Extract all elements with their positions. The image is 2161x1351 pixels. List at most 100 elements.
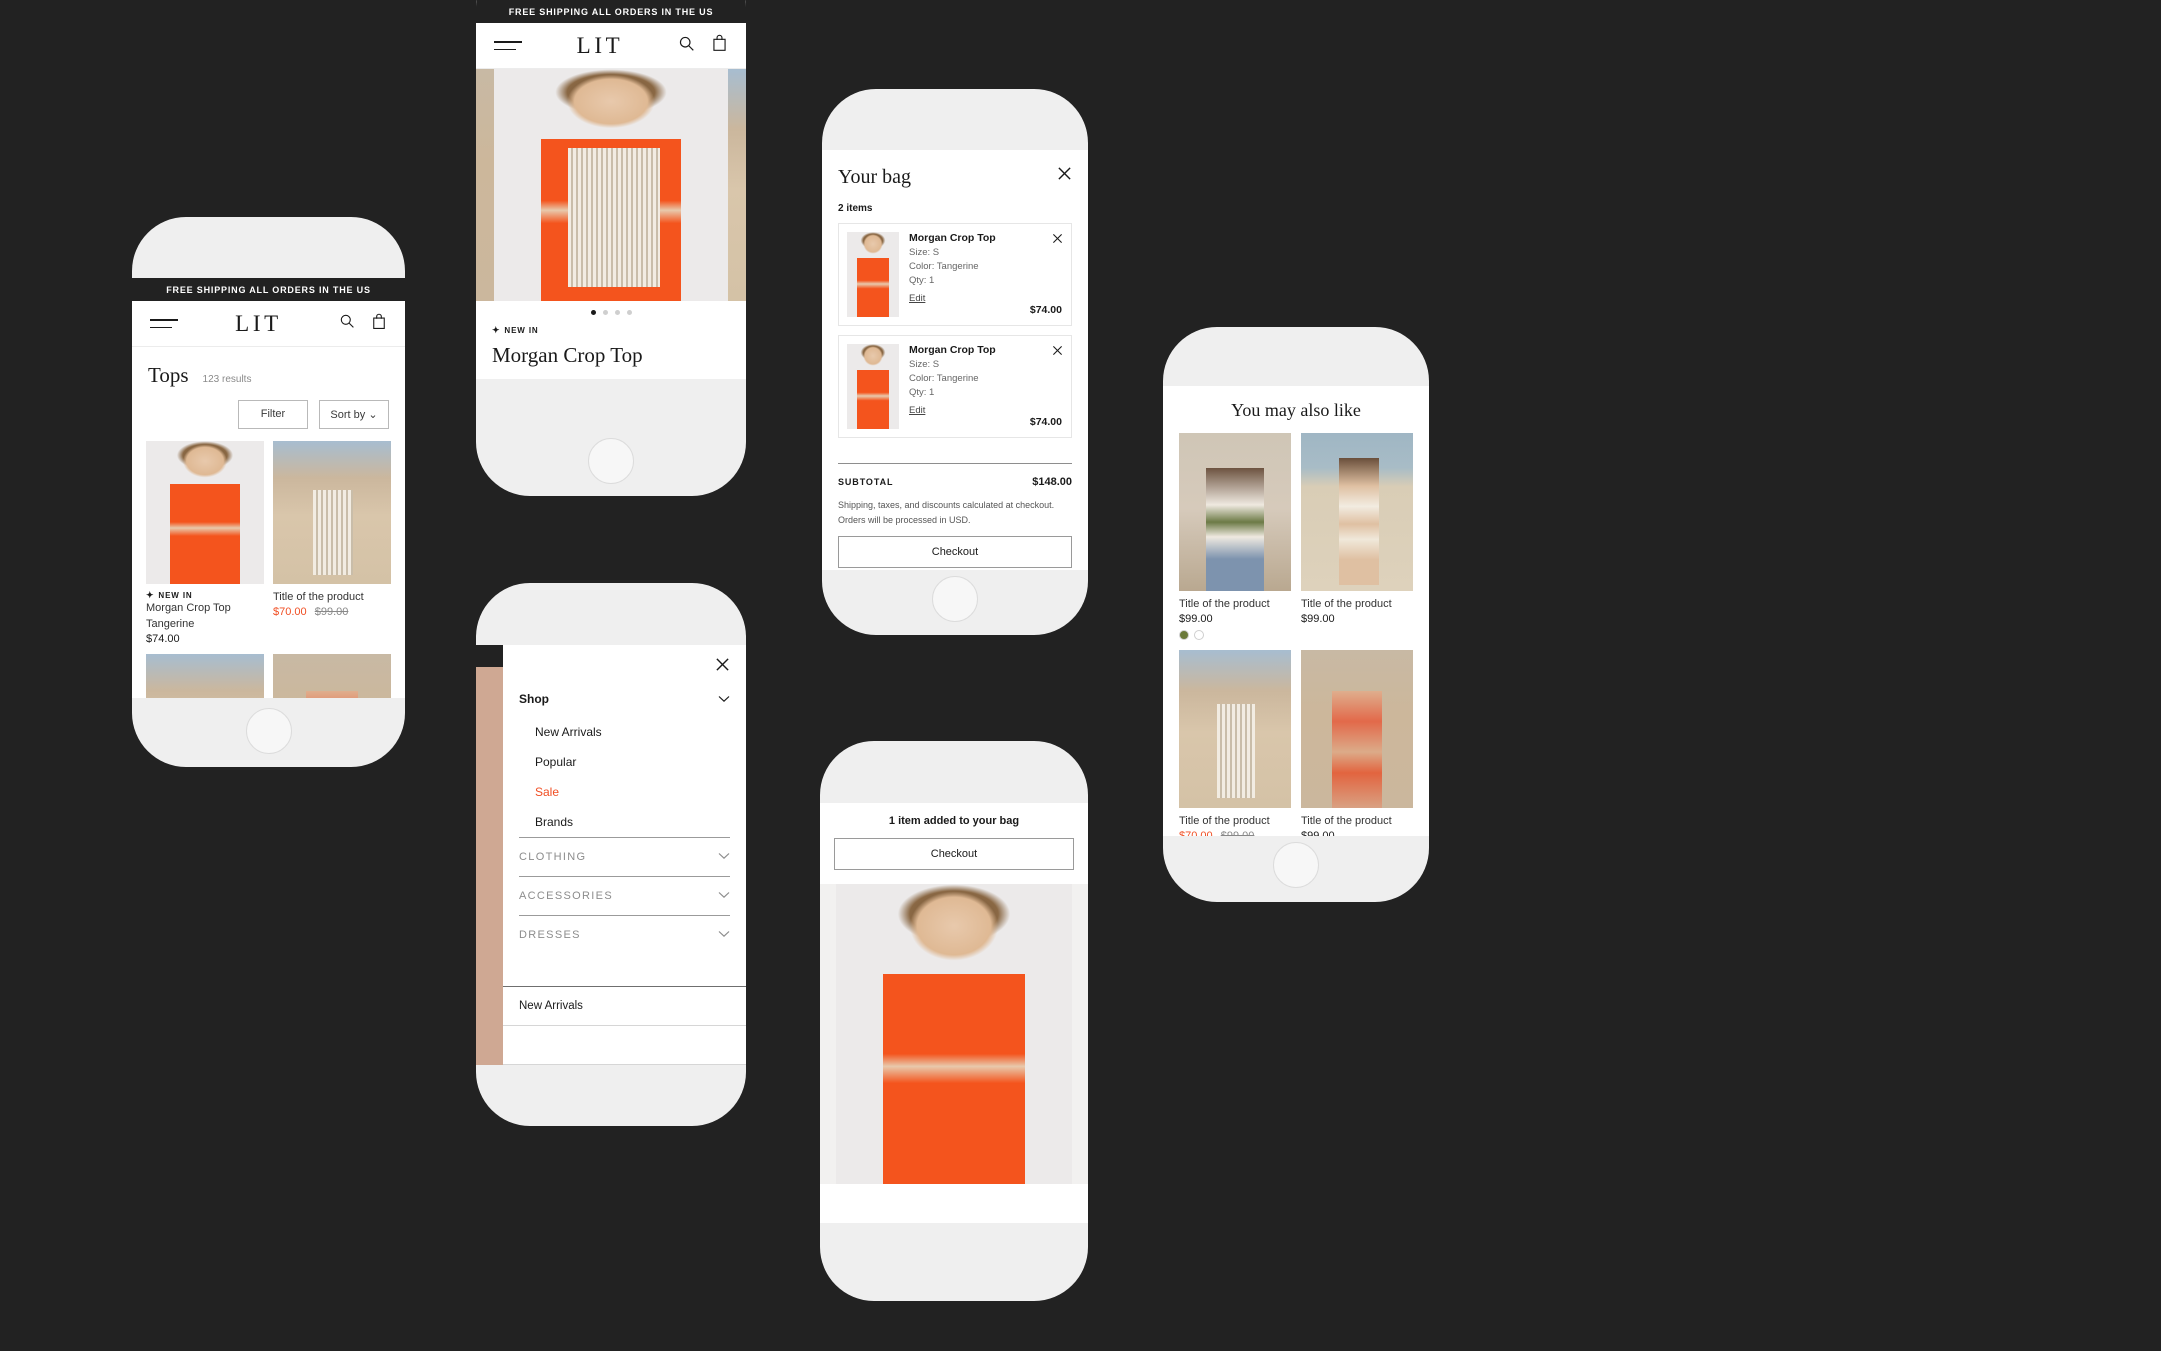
carousel-dot[interactable]	[626, 310, 632, 315]
remove-item-icon[interactable]	[1052, 343, 1063, 361]
carousel-dots[interactable]	[476, 301, 746, 319]
menu-item-sale[interactable]: Sale	[519, 777, 730, 807]
cart-title: Your bag	[838, 166, 911, 188]
cart-item-image[interactable]	[847, 344, 899, 429]
gallery-prev-peek[interactable]	[476, 69, 494, 301]
cart-item-image[interactable]	[847, 232, 899, 317]
menu-item-label: Shop	[519, 692, 549, 706]
product-price: $99.00	[1301, 612, 1335, 625]
added-confirmation: 1 item added to your bag Checkout	[820, 803, 1088, 884]
hamburger-menu-icon[interactable]	[150, 313, 178, 334]
product-card[interactable]: Title of the product $70.00 $99.00	[1179, 649, 1291, 836]
color-swatches[interactable]	[1179, 629, 1291, 640]
sort-by-button[interactable]: Sort by ⌄	[319, 400, 389, 429]
carousel-dot[interactable]	[602, 310, 608, 315]
product-image[interactable]	[1301, 433, 1413, 591]
gallery-prev-peek[interactable]	[820, 884, 836, 1184]
product-image[interactable]	[1179, 433, 1291, 591]
hamburger-menu-icon[interactable]	[494, 35, 522, 56]
original-price: $99.00	[1220, 829, 1255, 836]
menu-backdrop[interactable]	[476, 645, 503, 1065]
remove-item-icon[interactable]	[1052, 231, 1063, 249]
product-card[interactable]: Title of the product $99.00	[1179, 433, 1291, 640]
close-icon[interactable]	[1057, 166, 1072, 186]
cart-item-size: Size: S	[909, 359, 940, 370]
home-button[interactable]	[1273, 842, 1319, 888]
close-icon[interactable]	[715, 657, 730, 677]
swatch-white[interactable]	[1194, 629, 1204, 640]
filter-button[interactable]: Filter	[238, 400, 308, 429]
mockup-canvas: FREE SHIPPING ALL ORDERS IN THE US LIT T…	[0, 0, 2161, 1351]
menu-category-accessories[interactable]: ACCESSORIES	[519, 876, 730, 915]
home-button[interactable]	[932, 576, 978, 622]
cart-item-price: $74.00	[1029, 416, 1062, 428]
cart-item-color: Color: Tangerine	[909, 261, 979, 272]
home-button[interactable]	[588, 438, 634, 484]
product-card[interactable]	[273, 653, 391, 698]
product-title: Title of the product	[273, 591, 364, 603]
added-message: 1 item added to your bag	[888, 815, 1020, 827]
menu-item-brands[interactable]: Brands	[519, 807, 730, 837]
search-icon[interactable]	[678, 35, 695, 57]
product-card[interactable]	[146, 653, 264, 698]
subtotal-label: SUBTOTAL	[838, 477, 894, 488]
cart-item-count: 2 items	[838, 203, 873, 214]
menu-item-new-arrivals[interactable]: New Arrivals	[519, 717, 730, 747]
gallery-next-peek[interactable]	[728, 69, 746, 301]
checkout-button[interactable]: Checkout	[834, 838, 1074, 870]
brand-logo[interactable]: LIT	[235, 311, 282, 337]
menu-category-dresses[interactable]: DRESSES	[519, 915, 730, 954]
product-title: Title of the product	[1179, 598, 1270, 610]
cart-item-qty: Qty: 1	[909, 387, 935, 398]
product-gallery[interactable]	[476, 69, 746, 301]
product-card[interactable]: Title of the product $70.00 $99.00	[273, 441, 391, 645]
promo-banner: FREE SHIPPING ALL ORDERS IN THE US	[476, 0, 746, 23]
product-price: $74.00	[492, 377, 730, 379]
cart-note-line-2: Orders will be processed in USD.	[838, 514, 971, 525]
checkout-button[interactable]: Checkout	[838, 536, 1072, 568]
swatch-green[interactable]	[1179, 629, 1189, 640]
chevron-down-icon: ⌄	[368, 409, 378, 421]
edit-item-link[interactable]: Edit	[909, 405, 925, 416]
shopping-bag-icon[interactable]	[371, 313, 387, 335]
product-image[interactable]	[1301, 649, 1413, 808]
product-card[interactable]: Title of the product $99.00	[1301, 649, 1413, 836]
product-price: $74.00	[146, 632, 180, 645]
product-image[interactable]	[273, 653, 391, 698]
cart-line-item: Morgan Crop Top Size: S Color: Tangerine…	[838, 223, 1072, 326]
menu-footer-item-placeholder[interactable]	[503, 1026, 746, 1065]
brand-logo[interactable]: LIT	[577, 33, 624, 59]
chevron-down-icon	[718, 692, 730, 706]
page-title: Tops	[148, 363, 189, 387]
device-shopping-bag: Your bag 2 items Morgan Crop Top Size: S…	[822, 89, 1088, 635]
search-icon[interactable]	[339, 313, 355, 334]
edit-item-link[interactable]: Edit	[909, 293, 925, 304]
menu-footer-item-new-arrivals[interactable]: New Arrivals	[503, 987, 746, 1026]
device-recommendations: You may also like Title of the product $…	[1163, 327, 1429, 902]
gallery-next-peek[interactable]	[1072, 884, 1088, 1184]
product-card[interactable]: ✦ NEW IN Morgan Crop Top Tangerine $74.0…	[146, 441, 264, 645]
carousel-dot[interactable]	[590, 310, 596, 315]
product-price: $99.00	[1301, 829, 1335, 836]
product-gallery[interactable]	[820, 884, 1088, 1184]
menu-category-clothing[interactable]: CLOTHING	[519, 837, 730, 876]
product-card[interactable]: Title of the product $99.00	[1301, 433, 1413, 640]
product-price: $99.00	[1179, 612, 1213, 625]
device-added-to-bag: 1 item added to your bag Checkout	[820, 741, 1088, 1301]
shopping-bag-icon[interactable]	[711, 34, 728, 57]
product-image[interactable]	[146, 653, 264, 698]
gallery-main-image[interactable]	[836, 884, 1072, 1184]
product-image[interactable]	[273, 441, 391, 584]
cart-panel: Your bag 2 items Morgan Crop Top Size: S…	[822, 150, 1088, 570]
menu-item-shop[interactable]: Shop	[519, 681, 730, 717]
product-price: $70.00 $99.00	[273, 606, 391, 618]
home-button[interactable]	[246, 708, 292, 754]
menu-item-popular[interactable]: Popular	[519, 747, 730, 777]
carousel-dot[interactable]	[614, 310, 620, 315]
product-image[interactable]	[1179, 649, 1291, 808]
added-screen: 1 item added to your bag Checkout	[820, 803, 1088, 1223]
plp-screen: FREE SHIPPING ALL ORDERS IN THE US LIT T…	[132, 278, 405, 698]
cart-item-name: Morgan Crop Top	[909, 344, 996, 356]
original-price: $99.00	[314, 605, 349, 618]
product-image[interactable]	[146, 441, 264, 584]
